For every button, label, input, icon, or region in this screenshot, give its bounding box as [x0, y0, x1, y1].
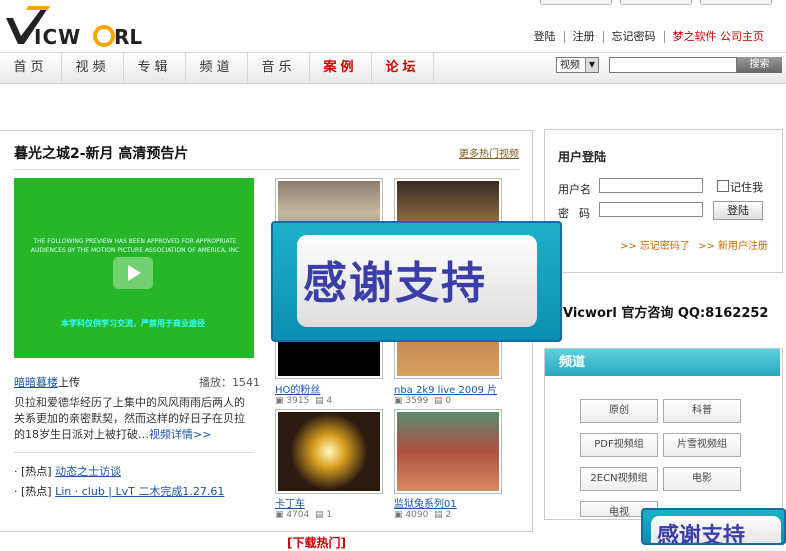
channel-button[interactable]: 片雪视频组: [663, 433, 741, 457]
views-count: 3915: [286, 396, 310, 406]
views-icon: ▣: [394, 396, 403, 406]
hot-link[interactable]: 动态之士访谈: [55, 465, 121, 478]
video-title: 暮光之城2-新月 高清预告片: [14, 146, 189, 162]
hot-item: · [热点] 动态之士访谈: [14, 465, 122, 478]
nav-video[interactable]: 视频: [62, 52, 124, 83]
plays-value: 1541: [232, 376, 260, 389]
views-icon: ▣: [275, 396, 284, 406]
hot-link[interactable]: Lin · club | LvT 二木完成1.27.61: [55, 485, 224, 498]
video-description: 贝拉和爱德华经历了上集中的风风雨雨后两人的关系更加的亲密默契，然而这样的好日子在…: [14, 395, 254, 443]
video-thumbnail[interactable]: [394, 409, 502, 494]
more-videos-link[interactable]: 更多热门视频: [459, 145, 519, 160]
comment-count: 4: [326, 396, 333, 406]
password-label: 密码: [558, 207, 600, 220]
detail-link[interactable]: 视频详情>>: [149, 428, 211, 441]
nav-forum[interactable]: 论坛: [372, 52, 434, 83]
comment-count: 0: [445, 396, 452, 406]
hot-item: · [热点] Lin · club | LvT 二木完成1.27.61: [14, 485, 225, 498]
comment-icon: ▤: [315, 396, 324, 406]
register-link[interactable]: 注册: [565, 31, 604, 43]
search-input[interactable]: [609, 57, 737, 73]
search-button[interactable]: 搜索: [737, 57, 782, 73]
channel-button[interactable]: 电影: [663, 467, 741, 491]
search-type-value: 视频: [560, 60, 580, 71]
channel-button[interactable]: 科普: [663, 399, 741, 423]
views-count: 3599: [405, 396, 429, 406]
site-logo: ICW RL: [6, 6, 142, 48]
chevron-down-icon: ▼: [585, 58, 598, 72]
video-thumbnail[interactable]: [275, 409, 383, 494]
thumbnail-meta: ▣ 4704 ▤ 1: [275, 510, 332, 520]
nav-channel[interactable]: 频道: [186, 52, 248, 83]
top-links: 登陆 注册 忘记密码 梦之软件 公司主页: [526, 31, 773, 43]
thumbnail-caption[interactable]: 卡丁车: [275, 495, 305, 510]
username-label: 用户名: [558, 183, 591, 196]
channel-button[interactable]: 2ECN视频组: [580, 467, 658, 491]
thumbnail-meta: ▣ 4090 ▤ 2: [394, 510, 451, 520]
uploader-line: 暗暗暮楼上传: [14, 374, 80, 390]
views-icon: ▣: [394, 510, 403, 520]
comment-count: 2: [445, 510, 452, 520]
search-button-label: 搜索: [749, 59, 770, 70]
thanks-banner-small: 感谢支持: [641, 508, 786, 545]
views-count: 4090: [405, 510, 429, 520]
thumbnail-caption[interactable]: HO的粉丝: [275, 381, 320, 396]
comment-count: 1: [326, 510, 333, 520]
nav-album[interactable]: 专辑: [124, 52, 186, 83]
remember-checkbox[interactable]: [717, 180, 729, 192]
thumbnail-meta: ▣ 3599 ▤ 0: [394, 396, 451, 406]
views-count: 4704: [286, 510, 310, 520]
divider: [14, 169, 519, 170]
forgot-password-link[interactable]: 忘记密码: [604, 31, 665, 43]
hot-tag: 热点: [25, 465, 48, 478]
username-field[interactable]: [599, 178, 703, 193]
thanks-banner: 感谢支持: [271, 221, 562, 342]
hot-tag: 热点: [25, 485, 48, 498]
channel-button[interactable]: 原创: [580, 399, 658, 423]
player-notice: 本学科仅供学习交流，严禁用于商业途径: [61, 319, 205, 328]
nav-music[interactable]: 音乐: [248, 52, 310, 83]
main-nav: 首页 视频 专辑 频道 音乐 案例 论坛: [0, 52, 434, 83]
play-icon[interactable]: [113, 257, 153, 289]
svg-text:ICW: ICW: [34, 25, 81, 48]
contact-info: Vicworl 官方咨询 QQ:8162252: [563, 306, 769, 321]
comment-icon: ▤: [434, 396, 443, 406]
remember-label: 记住我: [730, 181, 763, 194]
forgot-password-link[interactable]: >> 忘记密码了: [620, 237, 690, 252]
plays-label: 播放：: [199, 376, 232, 389]
thumbnail-meta: ▣ 3915 ▤ 4: [275, 396, 332, 406]
comment-icon: ▤: [434, 510, 443, 520]
banner-text: 感谢支持: [657, 524, 746, 545]
top-tab-strip: [540, 0, 772, 5]
nav-home[interactable]: 首页: [0, 52, 62, 83]
nav-cases[interactable]: 案例: [310, 52, 372, 83]
uploader-name[interactable]: 暗暗暮楼: [14, 376, 58, 389]
company-home-link[interactable]: 梦之软件 公司主页: [665, 31, 773, 43]
player-rating-text: THE FOLLOWING PREVIEW HAS BEEN APPROVED …: [30, 238, 240, 254]
login-button[interactable]: 登陆: [713, 201, 763, 220]
thumbnail-caption[interactable]: 监狱兔系列01: [394, 495, 457, 510]
new-user-register-link[interactable]: >> 新用户注册: [698, 237, 768, 252]
banner-text: 感谢支持: [303, 258, 487, 309]
login-link[interactable]: 登陆: [526, 31, 565, 43]
svg-text:RL: RL: [114, 25, 142, 48]
login-button-label: 登陆: [727, 204, 749, 217]
search-type-select[interactable]: 视频 ▼: [556, 57, 599, 73]
password-field[interactable]: [599, 202, 703, 217]
login-title: 用户登陆: [558, 150, 607, 164]
play-count: 播放：1541: [199, 374, 260, 390]
divider: [14, 452, 254, 453]
uploaded-label: 上传: [58, 376, 80, 389]
downloads-heading: [下载热门]: [287, 536, 346, 550]
channel-button[interactable]: PDF视频组: [580, 433, 658, 457]
thumbnail-caption[interactable]: nba 2k9 live 2009 片: [394, 381, 497, 396]
comment-icon: ▤: [315, 510, 324, 520]
channel-header: 频道: [545, 349, 780, 376]
views-icon: ▣: [275, 510, 284, 520]
